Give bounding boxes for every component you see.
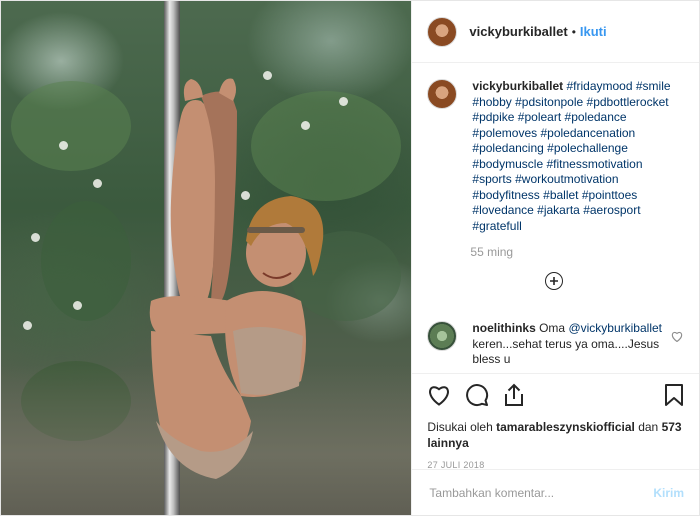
hashtag-link[interactable]: #gratefull — [472, 219, 521, 233]
post-photo[interactable] — [1, 1, 412, 515]
heart-icon — [672, 331, 683, 343]
actions-section: Disukai oleh tamarableszynskiofficial da… — [412, 373, 699, 470]
bookmark-icon — [665, 384, 683, 406]
hashtag-link[interactable]: #hobby — [472, 95, 511, 109]
comment-item: noelithinks Oma @vickyburkiballet keren.… — [427, 321, 689, 368]
hashtag-link[interactable]: #workoutmotivation — [515, 172, 618, 186]
share-icon — [505, 383, 524, 406]
caption-text: vickyburkiballet #fridaymood #smile #hob… — [472, 79, 684, 234]
follow-button[interactable]: Ikuti — [580, 24, 607, 39]
plus-circle-icon — [550, 277, 559, 285]
hashtag-link[interactable]: #bodyfitness — [472, 188, 539, 202]
likes-user[interactable]: tamarableszynskiofficial — [496, 420, 635, 434]
hashtag-link[interactable]: #lovedance — [472, 203, 533, 217]
hashtag-link[interactable]: #smile — [636, 79, 671, 93]
caption-avatar[interactable] — [427, 79, 458, 109]
comment-avatar[interactable] — [427, 321, 458, 351]
comment-body: keren...sehat terus ya oma....Jesus bles… — [472, 336, 660, 367]
share-button[interactable] — [503, 383, 525, 407]
comment-lead: Oma — [539, 321, 566, 335]
likes-prefix: Disukai oleh — [427, 420, 493, 434]
hashtag-link[interactable]: #jakarta — [537, 203, 580, 217]
caption: vickyburkiballet #fridaymood #smile #hob… — [427, 79, 684, 234]
hashtag-link[interactable]: #poledance — [565, 110, 627, 124]
comment-username[interactable]: noelithinks — [472, 321, 535, 335]
comment-button[interactable] — [465, 383, 489, 407]
likes-summary: Disukai oleh tamarableszynskiofficial da… — [427, 419, 684, 451]
caption-username[interactable]: vickyburkiballet — [472, 79, 563, 93]
heart-icon — [429, 386, 450, 406]
post-sidebar: vickyburkiballet • Ikuti vickyburkiballe… — [411, 1, 699, 515]
add-comment-bar: Kirim — [412, 469, 699, 515]
hashtag-link[interactable]: #sports — [472, 172, 511, 186]
separator-dot: • — [571, 24, 576, 39]
comment-icon — [466, 384, 489, 407]
hashtag-link[interactable]: #fitnessmotivation — [546, 157, 642, 171]
like-button[interactable] — [427, 384, 451, 406]
hashtag-link[interactable]: #pdpike — [472, 110, 514, 124]
post-time[interactable]: 55 ming — [470, 245, 684, 259]
hashtag-link[interactable]: #ballet — [543, 188, 578, 202]
likes-connector: dan — [638, 420, 659, 434]
load-more-comments-button[interactable] — [545, 272, 564, 290]
comment-mention[interactable]: @vickyburkiballet — [568, 321, 662, 335]
comment-input[interactable] — [427, 484, 654, 501]
hashtag-link[interactable]: #polechallenge — [547, 141, 628, 155]
comments-area: vickyburkiballet #fridaymood #smile #hob… — [412, 63, 699, 373]
hashtag-list: #fridaymood #smile #hobby #pdsitonpole #… — [472, 79, 670, 233]
hashtag-link[interactable]: #pdbottlerocket — [587, 95, 669, 109]
hashtag-link[interactable]: #poledancenation — [540, 126, 635, 140]
dancer-figure — [149, 78, 324, 479]
post-header: vickyburkiballet • Ikuti — [412, 1, 699, 63]
hashtag-link[interactable]: #aerosport — [583, 203, 640, 217]
hashtag-link[interactable]: #pointtoes — [582, 188, 637, 202]
hashtag-link[interactable]: #poledancing — [472, 141, 543, 155]
comment-text: noelithinks Oma @vickyburkiballet keren.… — [472, 321, 667, 368]
hashtag-link[interactable]: #fridaymood — [566, 79, 632, 93]
hashtag-link[interactable]: #bodymuscle — [472, 157, 543, 171]
save-button[interactable] — [664, 383, 684, 407]
hashtag-link[interactable]: #polemoves — [472, 126, 537, 140]
comment-like-button[interactable] — [671, 329, 683, 347]
avatar[interactable] — [427, 16, 458, 47]
post-comment-button[interactable]: Kirim — [653, 486, 684, 500]
header-username[interactable]: vickyburkiballet — [469, 24, 567, 39]
action-icons — [427, 382, 684, 408]
hashtag-link[interactable]: #poleart — [518, 110, 561, 124]
hashtag-link[interactable]: #pdsitonpole — [515, 95, 583, 109]
instagram-post: vickyburkiballet • Ikuti vickyburkiballe… — [0, 0, 700, 516]
